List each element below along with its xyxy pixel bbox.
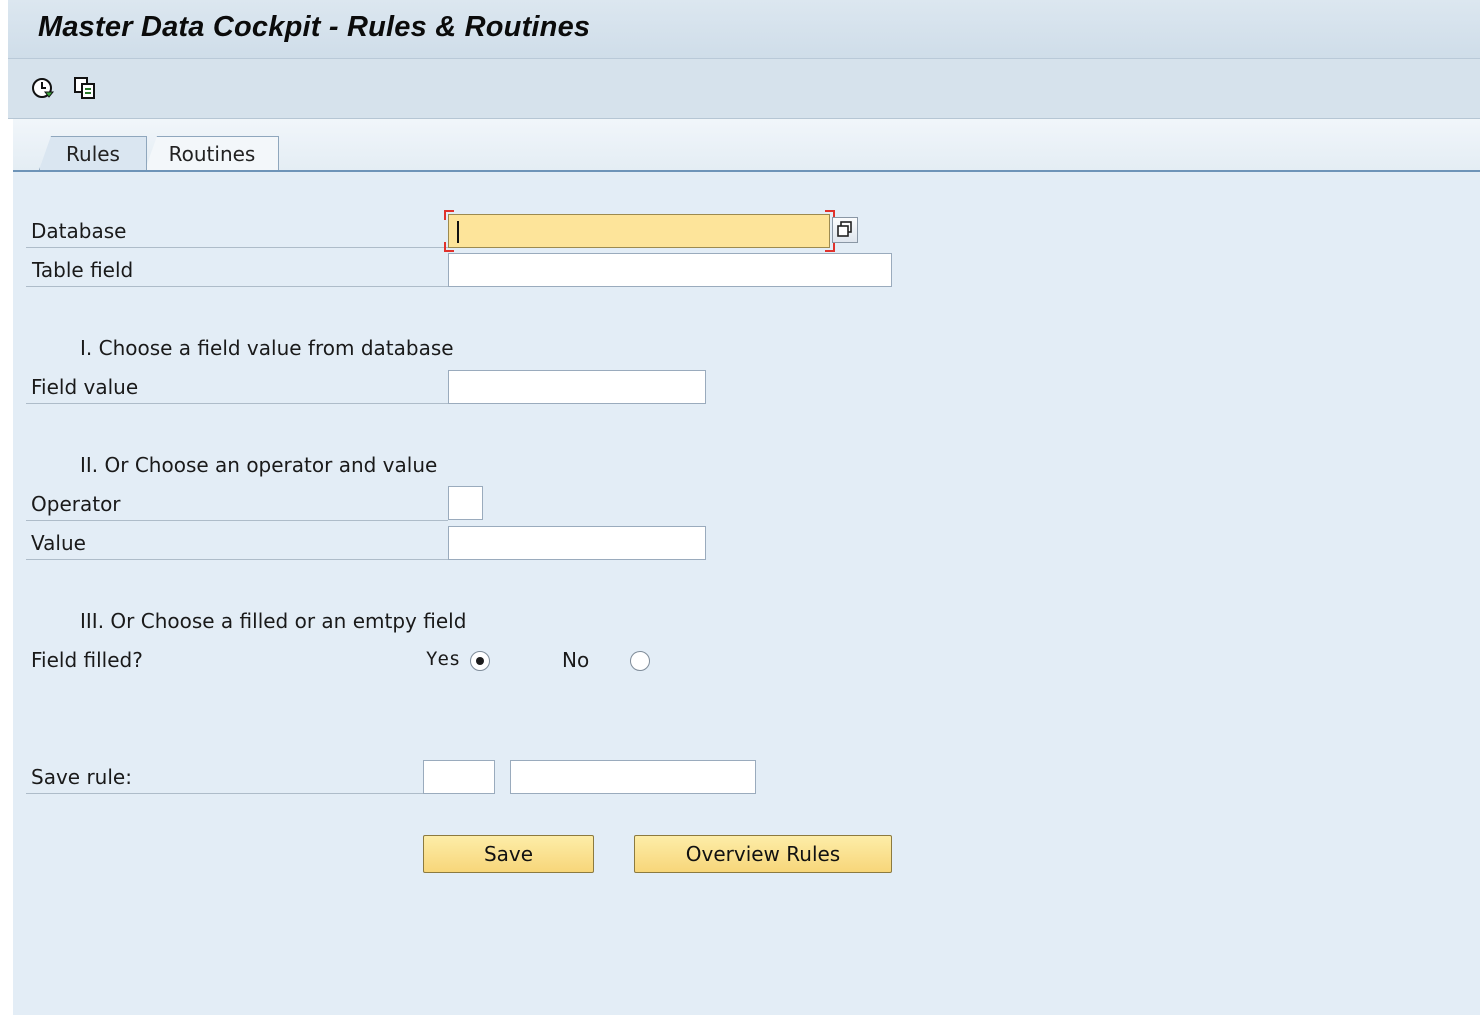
tab-routines[interactable]: Routines	[145, 136, 279, 170]
radio-no-label: No	[562, 648, 590, 672]
field-value-label: Field value	[31, 375, 139, 399]
row-divider	[26, 286, 448, 287]
operator-input[interactable]	[448, 486, 483, 520]
row-divider	[26, 247, 448, 248]
row-divider	[26, 559, 448, 560]
save-rule-id-input[interactable]	[423, 760, 495, 794]
tab-strip: Rules Routines	[13, 119, 1480, 170]
radio-no[interactable]	[630, 651, 650, 671]
save-rule-description-input[interactable]	[510, 760, 756, 794]
radio-yes-label: Yes	[426, 648, 461, 670]
table-field-label: Table field	[32, 258, 134, 282]
required-marker	[444, 210, 454, 220]
radio-yes[interactable]	[470, 651, 490, 671]
database-label: Database	[31, 219, 127, 243]
copy-icon[interactable]	[72, 75, 98, 101]
value-input[interactable]	[448, 526, 706, 560]
rules-panel: Database Table field I. Choose a field v…	[13, 170, 1480, 1015]
required-marker	[444, 242, 454, 252]
value-help-icon[interactable]	[832, 217, 858, 243]
application-toolbar	[8, 59, 1480, 119]
value-label: Value	[31, 531, 86, 555]
row-divider	[26, 520, 448, 521]
database-input[interactable]	[448, 214, 830, 248]
tab-rules[interactable]: Rules	[39, 136, 147, 170]
section-heading-operator: II. Or Choose an operator and value	[80, 453, 438, 477]
text-cursor	[457, 221, 459, 243]
title-bar: Master Data Cockpit - Rules & Routines	[8, 0, 1480, 59]
field-filled-label: Field filled?	[31, 648, 143, 672]
row-divider	[26, 403, 448, 404]
save-rule-label: Save rule:	[31, 765, 132, 789]
save-button[interactable]: Save	[423, 835, 594, 873]
window-title: Master Data Cockpit - Rules & Routines	[38, 11, 591, 43]
operator-label: Operator	[31, 492, 121, 516]
field-value-input[interactable]	[448, 370, 706, 404]
table-field-input[interactable]	[448, 253, 892, 287]
execute-icon[interactable]	[30, 75, 56, 101]
row-divider	[26, 793, 423, 794]
section-heading-field-filled: III. Or Choose a filled or an emtpy fiel…	[80, 609, 467, 633]
radio-selected-dot	[476, 657, 484, 665]
section-heading-field-value: I. Choose a field value from database	[80, 336, 454, 360]
overview-rules-button[interactable]: Overview Rules	[634, 835, 892, 873]
